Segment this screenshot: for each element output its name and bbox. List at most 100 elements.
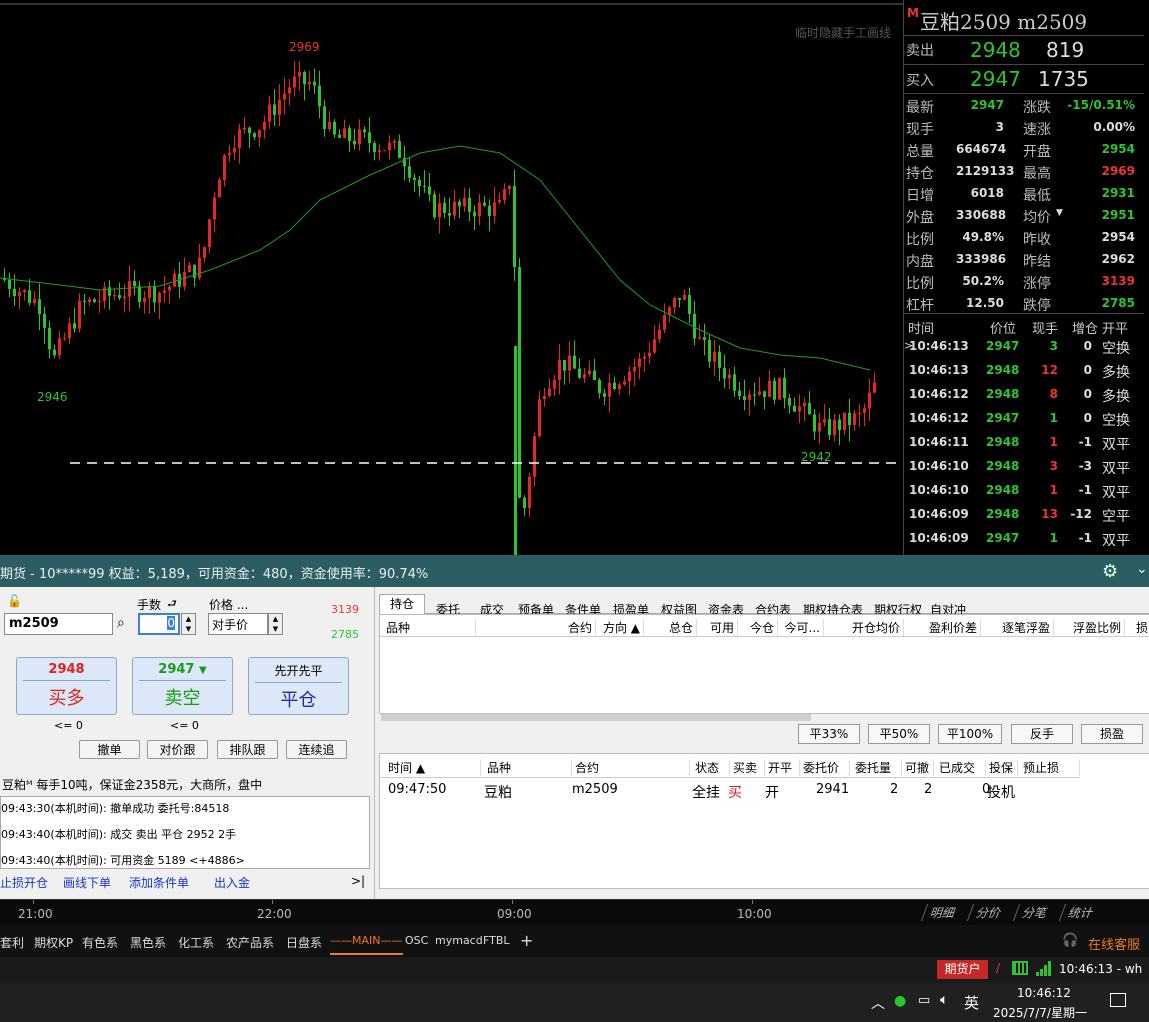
tick-row[interactable]: 10:46:13 2948 12 0 多换 [904,361,1149,385]
orders-header-cell[interactable]: 开平 [765,759,800,776]
page-tab[interactable]: + [520,931,533,950]
tick-row[interactable]: 10:46:10 2948 1 -1 双平 [904,481,1149,505]
wechat-icon[interactable]: ● [894,993,906,1009]
clock-time[interactable]: 10:46:12 [1017,986,1071,1000]
positions-header-cell[interactable]: 开仓均价 [826,619,904,636]
orders-header-cell[interactable]: 预止损 [1020,759,1080,776]
contract-input[interactable]: m2509 [4,613,113,635]
caret-down-icon[interactable]: ▼ [1056,208,1063,218]
network-icon[interactable]: ▭ [918,993,930,1008]
hide-drawing-tip[interactable]: 临时隐藏手工画线 [795,24,891,41]
counter-follow-button[interactable]: 对价跟 [147,740,208,759]
positions-header-cell[interactable]: 总仓 [647,619,697,636]
order-row[interactable]: 09:47:50 豆粕 m2509 全挂买开 2941 2 2 0 投机 [380,780,1080,801]
orders-header-cell[interactable]: 投保 [986,759,1018,776]
tick-row[interactable]: 10:46:12 2948 8 0 多换 [904,385,1149,409]
ime-indicator[interactable]: 英 [964,992,979,1013]
queue-follow-button[interactable]: 排队跟 [217,740,278,759]
positions-header-cell[interactable]: 可用 [698,619,738,636]
page-tab[interactable]: mymacd [435,934,483,947]
position-action-button[interactable]: 平100% [938,724,1002,744]
headset-icon[interactable]: 🎧 [1062,933,1078,948]
positions-header-cell[interactable]: 品种 [386,619,476,636]
orders-header-cell[interactable]: 可撤 [902,759,934,776]
bid-price[interactable]: 2947 [970,67,1021,91]
horizontal-scrollbar[interactable] [381,714,811,721]
notification-icon[interactable] [1110,993,1126,1007]
page-tab[interactable]: ——MAIN—— [330,934,403,955]
positions-header-cell[interactable]: 浮盈比例 [1057,619,1125,636]
detail-tab[interactable]: 分价 [966,904,1005,921]
search-icon[interactable]: ⌕ [117,615,125,631]
gear-icon[interactable]: ⚙ [1102,561,1118,582]
add-condition-order-link[interactable]: 添加条件单 [129,874,189,891]
orders-table[interactable]: 时间 ▲ 品种 合约 状态 买卖 开平 委托价 委托量 可撤 已成交 投保 预止损 09:47:50 豆… [379,753,1149,889]
position-action-button[interactable]: 平33% [798,724,860,744]
sell-short-button[interactable]: 2947 ▼ 卖空 [132,657,233,715]
page-tab[interactable]: OSC [405,934,428,947]
positions-header-cell[interactable]: 今可... [782,619,824,636]
tick-row[interactable]: 10:46:09 2947 1 -1 双平 [904,529,1149,553]
clock-date[interactable]: 2025/7/7/星期一 [993,1004,1087,1021]
qty-input[interactable]: 0 [138,613,180,635]
position-action-button[interactable]: 损盈 [1081,724,1143,744]
positions-table[interactable]: 品种 合约 方向 ▲ 总仓 可用 今仓 今可... 开仓均价 盈利价差 逐笔浮盈 浮盈比例损 [379,614,1149,721]
positions-tab[interactable]: 持仓 [379,594,425,615]
page-tab[interactable]: FTBL [483,934,510,947]
detail-tab[interactable]: 统计 [1058,904,1097,921]
deposit-withdraw-link[interactable]: 出入金 [214,874,250,891]
orders-header-cell[interactable]: 合约 [572,759,690,776]
page-tab[interactable]: 农产品系 [226,934,274,951]
chevron-up-icon[interactable]: ︿ [871,993,885,1013]
orders-header-cell[interactable]: 委托价 [800,759,850,776]
price-input[interactable]: 对手价 [208,613,268,635]
price-spinner[interactable]: ▲ ▼ [268,613,283,635]
page-tab[interactable]: 有色系 [82,934,118,951]
detail-tab[interactable]: 分笔 [1012,904,1051,921]
page-tab[interactable]: 套利 [0,934,24,951]
page-tab[interactable]: 日盘系 [286,934,322,951]
positions-header-cell[interactable]: 合约 [476,619,596,636]
ask-price[interactable]: 2948 [970,38,1021,62]
tick-row[interactable]: 10:46:12 2947 1 0 空换 [904,409,1149,433]
volume-icon[interactable]: 🔈︎ [940,992,948,1008]
kline-chart[interactable]: 临时隐藏手工画线 2969 2946 2942 [0,0,903,555]
orders-header-cell[interactable]: 买卖 [730,759,765,776]
close-position-button[interactable]: 先开先平 平仓 [248,657,349,715]
positions-header-cell[interactable]: 损 [1132,619,1149,636]
positions-header-cell[interactable]: 方向 ▲ [598,619,644,636]
quote-panel: M 豆粕2509 m2509 卖出 2948 819 买入 2947 1735 … [903,0,1149,555]
tick-row[interactable]: 10:46:11 2948 1 -1 双平 [904,433,1149,457]
qty-toggle-icon[interactable]: ⮐ [167,595,177,614]
orders-header-cell[interactable]: 状态 [692,759,730,776]
tick-row[interactable]: 10:46:10 2948 3 -3 双平 [904,457,1149,481]
candle-body [593,370,596,381]
cancel-order-button[interactable]: 撤单 [79,740,140,759]
position-action-button[interactable]: 平50% [868,724,930,744]
qty-spinner[interactable]: ▲ ▼ [181,613,196,635]
kline-svg[interactable] [0,0,903,555]
positions-header-cell[interactable]: 今仓 [738,619,778,636]
orders-header-cell[interactable]: 时间 ▲ [385,759,481,776]
buy-long-button[interactable]: 2948 买多 [16,657,117,715]
expand-icon[interactable]: >| [351,874,365,888]
orders-header-cell[interactable]: 品种 [484,759,572,776]
stop-loss-open-link[interactable]: 止损开仓 [0,874,48,891]
tick-row[interactable]: >10:46:13 2947 3 0 空换 [904,337,1149,361]
orders-header-cell[interactable]: 已成交 [936,759,986,776]
page-tab[interactable]: 化工系 [178,934,214,951]
online-service-link[interactable]: 在线客服 [1088,934,1140,953]
collapse-icon[interactable]: ⌄ [1136,561,1148,577]
page-tab[interactable]: 黑色系 [130,934,166,951]
page-tab[interactable]: 期权KP [34,934,73,951]
positions-header-cell[interactable]: 盈利价差 [906,619,981,636]
tick-row[interactable]: 10:46:09 2948 13 -12 空平 [904,505,1149,529]
lock-icon[interactable]: 🔓 [7,594,22,608]
draw-line-order-link[interactable]: 画线下单 [63,874,111,891]
detail-tab[interactable]: 明细 [920,904,959,921]
orders-header-cell[interactable]: 委托量 [852,759,902,776]
account-type-badge[interactable]: 期货户 [937,960,988,979]
positions-header-cell[interactable]: 逐笔浮盈 [984,619,1054,636]
position-action-button[interactable]: 反手 [1011,724,1073,744]
continuous-chase-button[interactable]: 连续追 [286,740,347,759]
